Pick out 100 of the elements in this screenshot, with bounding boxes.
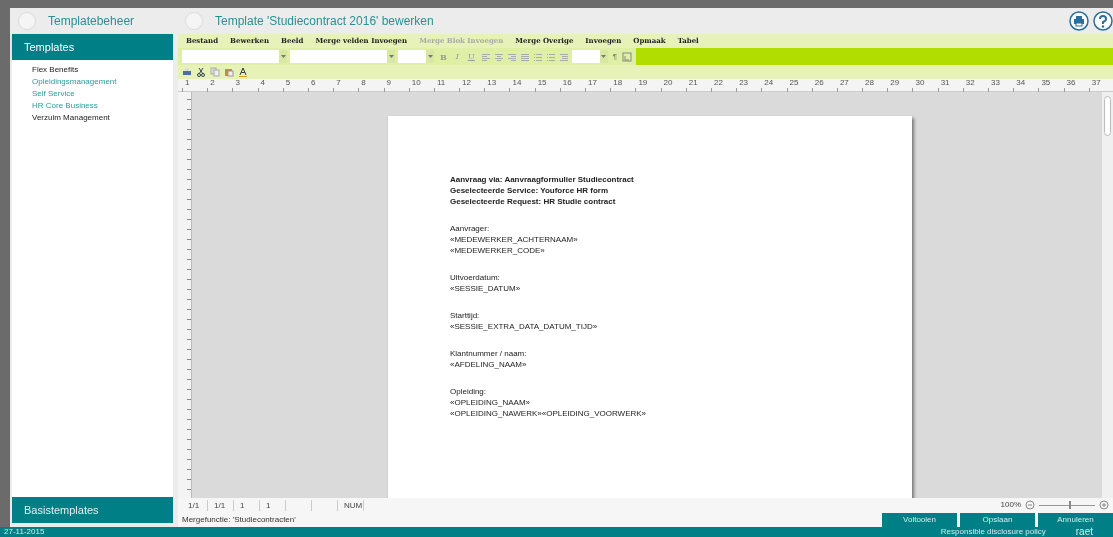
document-text: Aanvrager: xyxy=(450,223,490,234)
document-text: «OPLEIDING_NAAM» xyxy=(450,397,531,408)
ruler-number: 11 xyxy=(436,79,446,87)
merge-function-label: Mergefunctie: 'Studiecontracten' xyxy=(181,514,296,526)
ruler-number: 14 xyxy=(512,79,522,87)
ruler-number: 33 xyxy=(991,79,1000,87)
ruler-number: 13 xyxy=(487,79,497,87)
print-icon[interactable] xyxy=(182,67,192,77)
action-button[interactable]: Opslaan xyxy=(960,513,1035,527)
ruler-number: 29 xyxy=(890,79,900,87)
document-text: «MEDEWERKER_CODE» xyxy=(450,245,545,256)
status-cell: 1 xyxy=(234,499,260,511)
ruler-number: 10 xyxy=(411,79,421,87)
ruler-number: 20 xyxy=(663,79,673,87)
ruler-number: 3 xyxy=(235,79,240,87)
document-text: Geselecteerde Service: Youforce HR form xyxy=(450,185,608,196)
dropdown-field[interactable] xyxy=(571,50,608,63)
ruler-number: 21 xyxy=(688,79,698,87)
ruler-number: 32 xyxy=(965,79,975,87)
ruler-number: 5 xyxy=(285,79,291,87)
document-text: «AFDELING_NAAM» xyxy=(450,359,527,370)
scrollbar[interactable] xyxy=(1102,92,1113,498)
sidebar-section-header[interactable]: Templates xyxy=(12,34,173,60)
paste-icon[interactable] xyxy=(224,67,234,77)
sidebar-item[interactable]: Flex Benefits xyxy=(32,64,173,76)
ruler-number: 15 xyxy=(537,79,547,87)
indent-icon[interactable] xyxy=(558,51,569,62)
ruler-number: 30 xyxy=(915,79,925,87)
ruler-number: 19 xyxy=(638,79,648,87)
format-button[interactable]: U xyxy=(464,50,478,63)
table-icon[interactable] xyxy=(622,51,632,62)
sidebar-item[interactable]: Verzuim Management xyxy=(32,112,173,124)
print-icon[interactable] xyxy=(1069,11,1089,31)
ruler-number: 9 xyxy=(386,79,391,87)
align-left-icon[interactable] xyxy=(480,51,491,62)
ruler-number: 26 xyxy=(814,79,824,87)
logo-icon xyxy=(18,12,36,30)
copy-icon[interactable] xyxy=(210,67,220,77)
ruler-number: 17 xyxy=(588,79,597,87)
slider-thumb[interactable] xyxy=(1068,501,1071,509)
sidebar-item[interactable]: Opleidingsmanagement xyxy=(32,76,173,88)
document-text: «SESSIE_EXTRA_DATA_DATUM_TIJD» xyxy=(450,321,598,332)
ruler-number: 18 xyxy=(613,79,623,87)
font-color-icon[interactable] xyxy=(238,67,248,77)
ruler-number: 25 xyxy=(789,79,799,87)
zoom-out-icon[interactable] xyxy=(1025,500,1035,510)
document-text: «SESSIE_DATUM» xyxy=(450,283,521,294)
date-label: 27-11-2015 xyxy=(4,526,45,537)
cut-icon[interactable] xyxy=(196,67,206,77)
status-cell: NUM xyxy=(338,499,364,511)
status-cell: 1/1 xyxy=(182,499,208,511)
ruler-number: 4 xyxy=(260,79,265,87)
window-title: Template 'Studiecontract 2016' bewerken xyxy=(215,13,434,30)
disclosure-link[interactable]: Responsible disclosure policy xyxy=(940,526,1046,537)
ruler-number: 31 xyxy=(940,79,950,87)
document-text: Geselecteerde Request: HR Studie contract xyxy=(450,196,616,207)
document-text: «OPLEIDING_NAWERK»«OPLEIDING_VOORWERK» xyxy=(450,408,647,419)
format-button[interactable]: B xyxy=(437,50,450,63)
zoom-slider[interactable] xyxy=(1039,501,1095,509)
ruler-number: 16 xyxy=(562,79,572,87)
ruler-number: 24 xyxy=(764,79,774,87)
caret-icon xyxy=(427,54,433,59)
ruler-number: 23 xyxy=(739,79,749,87)
ruler-number: 27 xyxy=(839,79,849,87)
caret-icon xyxy=(388,54,394,59)
paragraph-marks-button[interactable]: ¶ xyxy=(610,50,619,63)
document-text: Starttijd: xyxy=(450,310,480,321)
document-text: Aanvraag via: Aanvraagformulier Studiecontract xyxy=(450,174,634,185)
help-icon[interactable] xyxy=(1093,11,1113,31)
align-right-icon[interactable] xyxy=(506,51,517,62)
ruler-number: 28 xyxy=(865,79,874,87)
zoom-percentage: 100% xyxy=(1000,499,1021,511)
status-cell: 1/1 xyxy=(208,499,234,511)
ruler-number: 34 xyxy=(1016,79,1026,87)
sidebar-section-header[interactable]: Basistemplates xyxy=(12,497,173,523)
ruler-number: 2 xyxy=(210,79,215,87)
dropdown-field[interactable] xyxy=(398,50,434,63)
format-button[interactable]: I xyxy=(452,50,462,63)
ruler-number: 12 xyxy=(462,79,471,87)
action-button[interactable]: Annuleren xyxy=(1038,513,1113,527)
app-title: Templatebeheer xyxy=(48,13,135,30)
caret-icon xyxy=(280,54,286,59)
ruler-number: 7 xyxy=(336,79,341,87)
dropdown-field[interactable] xyxy=(290,50,395,63)
dropdown-field[interactable] xyxy=(182,50,287,63)
action-button[interactable]: Voltooien xyxy=(882,513,957,527)
sidebar-item[interactable]: HR Core Business xyxy=(32,100,173,112)
document-text: Opleiding: xyxy=(450,386,487,397)
justify-icon[interactable] xyxy=(519,51,530,62)
sidebar-item[interactable]: Self Service xyxy=(32,88,173,100)
align-center-icon[interactable] xyxy=(493,51,504,62)
caret-icon xyxy=(601,54,607,59)
status-cell: 1 xyxy=(260,499,286,511)
ruler-number: 8 xyxy=(361,79,366,87)
ruler-number: 1 xyxy=(185,79,190,87)
brand-logo: raet xyxy=(1075,527,1093,537)
document-text: Uitvoerdatum: xyxy=(450,272,500,283)
document-text: «MEDEWERKER_ACHTERNAAM» xyxy=(450,234,578,245)
ruler-number: 35 xyxy=(1041,79,1051,87)
zoom-in-icon[interactable] xyxy=(1099,500,1109,510)
